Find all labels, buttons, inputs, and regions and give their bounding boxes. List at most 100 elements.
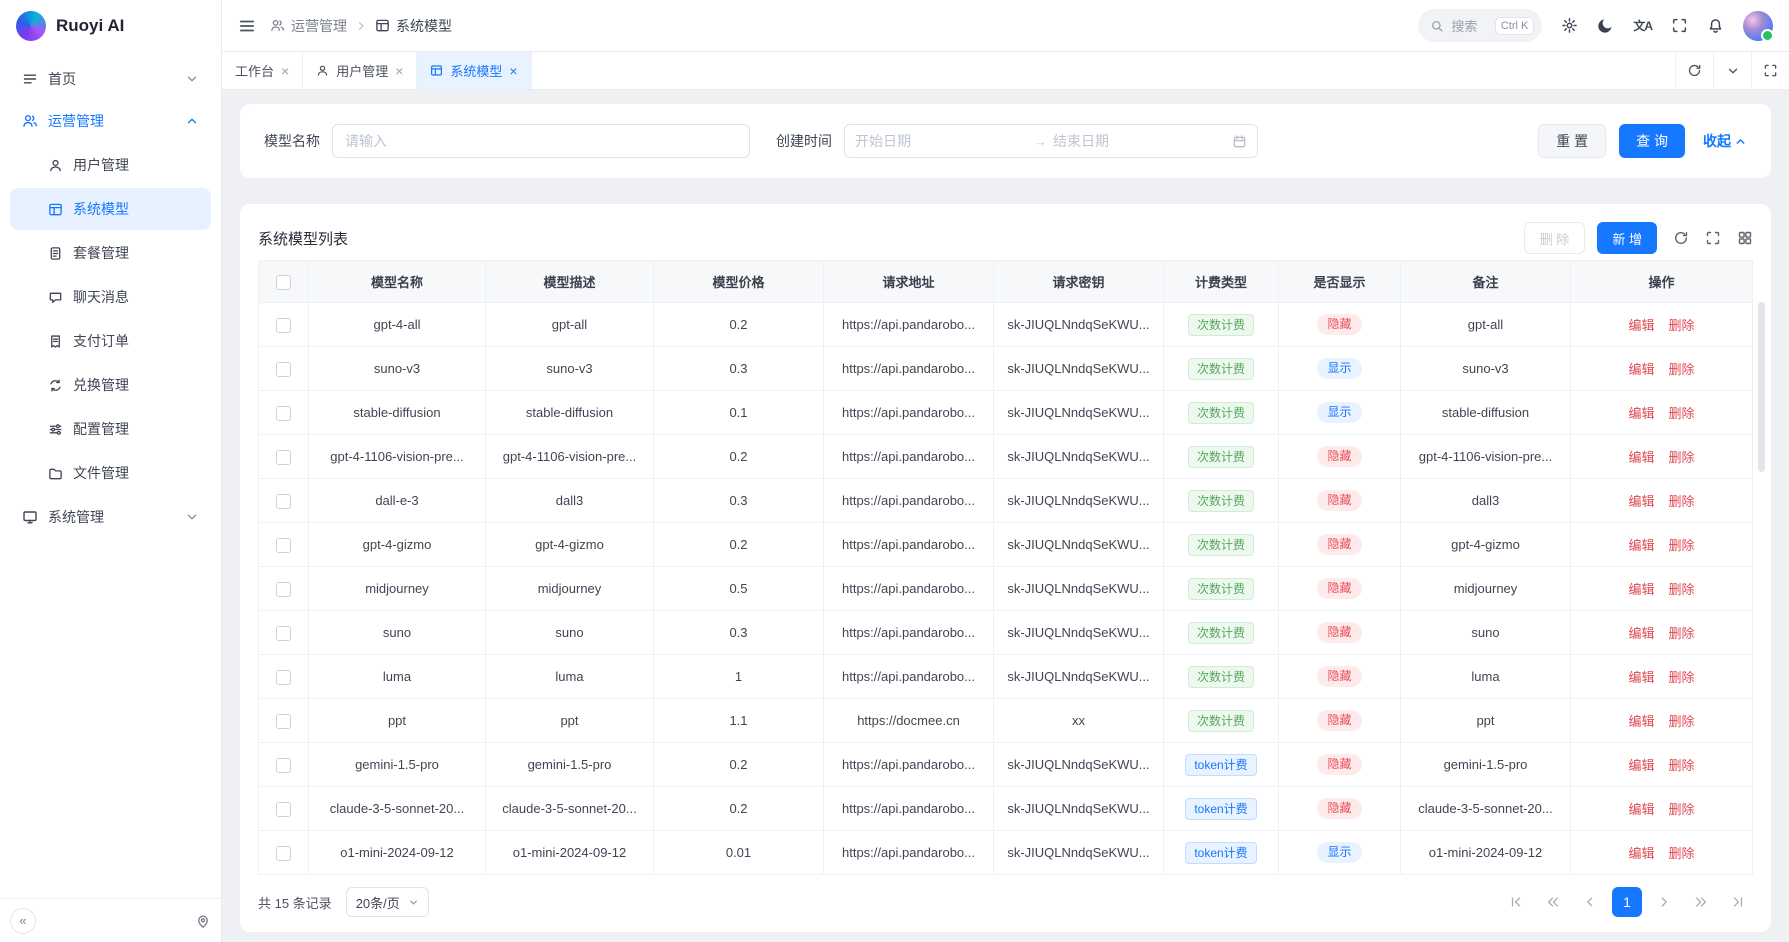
breadcrumb-operations[interactable]: 运营管理 (270, 16, 347, 36)
last-page-button[interactable] (1723, 887, 1753, 917)
row-checkbox[interactable] (276, 318, 291, 333)
edit-link[interactable]: 编辑 (1628, 670, 1654, 685)
jump-forward-button[interactable] (1686, 887, 1716, 917)
edit-link[interactable]: 编辑 (1628, 406, 1654, 421)
reset-button[interactable]: 重 置 (1538, 124, 1606, 158)
sidebar-item-home[interactable]: 首页 (10, 58, 211, 100)
edit-link[interactable]: 编辑 (1628, 362, 1654, 377)
row-checkbox[interactable] (276, 714, 291, 729)
delete-selected-button[interactable]: 删 除 (1524, 222, 1586, 254)
delete-link[interactable]: 删除 (1669, 758, 1695, 773)
edit-link[interactable]: 编辑 (1628, 538, 1654, 553)
request-url-cell: https://api.pandarobo... (824, 611, 994, 655)
sidebar-item-config-management[interactable]: 配置管理 (10, 408, 211, 450)
settings-icon[interactable] (1561, 17, 1578, 34)
delete-link[interactable]: 删除 (1669, 802, 1695, 817)
row-checkbox[interactable] (276, 450, 291, 465)
next-page-button[interactable] (1649, 887, 1679, 917)
table-fullscreen-icon[interactable] (1705, 230, 1721, 246)
edit-link[interactable]: 编辑 (1628, 626, 1654, 641)
request-key-cell: sk-JIUQLNndqSeKWU... (994, 435, 1164, 479)
double-chevron-left-icon (1546, 895, 1560, 909)
row-checkbox[interactable] (276, 538, 291, 553)
model-table: 模型名称 模型描述 模型价格 请求地址 请求密钥 计费类型 是否显示 备注 操作 (258, 260, 1753, 875)
content-fullscreen-button[interactable] (1751, 52, 1789, 89)
edit-link[interactable]: 编辑 (1628, 802, 1654, 817)
edit-link[interactable]: 编辑 (1628, 450, 1654, 465)
delete-link[interactable]: 删除 (1669, 494, 1695, 509)
row-checkbox[interactable] (276, 362, 291, 377)
calendar-icon[interactable] (1232, 134, 1247, 149)
sidebar-item-operations[interactable]: 运营管理 (10, 100, 211, 142)
avatar[interactable] (1743, 11, 1773, 41)
select-all-checkbox[interactable] (276, 275, 291, 290)
sidebar-item-file-management[interactable]: 文件管理 (10, 452, 211, 494)
bell-icon[interactable] (1707, 17, 1724, 34)
moon-icon[interactable] (1597, 17, 1614, 34)
row-checkbox[interactable] (276, 406, 291, 421)
sidebar-item-system-management[interactable]: 系统管理 (10, 496, 211, 538)
edit-link[interactable]: 编辑 (1628, 318, 1654, 333)
fullscreen-icon[interactable] (1671, 17, 1688, 34)
row-checkbox[interactable] (276, 802, 291, 817)
search-button[interactable]: 查 询 (1619, 124, 1685, 158)
column-settings-icon[interactable] (1737, 230, 1753, 246)
model-name-input[interactable] (345, 133, 737, 149)
edit-link[interactable]: 编辑 (1628, 758, 1654, 773)
delete-link[interactable]: 删除 (1669, 318, 1695, 333)
first-page-button[interactable] (1501, 887, 1531, 917)
sidebar-item-package-management[interactable]: 套餐管理 (10, 232, 211, 274)
edit-link[interactable]: 编辑 (1628, 714, 1654, 729)
row-checkbox[interactable] (276, 670, 291, 685)
billing-type-cell: 次数计费 (1164, 699, 1279, 743)
collapse-filter-link[interactable]: 收起 (1703, 131, 1747, 151)
sidebar-item-chat-messages[interactable]: 聊天消息 (10, 276, 211, 318)
delete-link[interactable]: 删除 (1669, 362, 1695, 377)
page-size-select[interactable]: 20条/页 (346, 887, 429, 917)
sidebar-item-exchange-management[interactable]: 兑换管理 (10, 364, 211, 406)
refresh-icon[interactable] (1673, 230, 1689, 246)
refresh-tab-button[interactable] (1675, 52, 1713, 89)
tab-workbench[interactable]: 工作台 × (222, 52, 303, 89)
delete-link[interactable]: 删除 (1669, 846, 1695, 861)
edit-link[interactable]: 编辑 (1628, 494, 1654, 509)
sidebar-item-user-management[interactable]: 用户管理 (10, 144, 211, 186)
row-checkbox[interactable] (276, 758, 291, 773)
delete-link[interactable]: 删除 (1669, 714, 1695, 729)
edit-link[interactable]: 编辑 (1628, 582, 1654, 597)
model-price-cell: 0.2 (654, 303, 824, 347)
delete-link[interactable]: 删除 (1669, 450, 1695, 465)
breadcrumb-system-model[interactable]: 系统模型 (375, 16, 452, 36)
add-button[interactable]: 新 增 (1597, 222, 1657, 254)
start-date-input[interactable] (855, 133, 1028, 149)
edit-link[interactable]: 编辑 (1628, 846, 1654, 861)
prev-page-button[interactable] (1575, 887, 1605, 917)
delete-link[interactable]: 删除 (1669, 406, 1695, 421)
delete-link[interactable]: 删除 (1669, 538, 1695, 553)
sidebar-item-system-model[interactable]: 系统模型 (10, 188, 211, 230)
close-icon[interactable]: × (509, 64, 517, 78)
close-icon[interactable]: × (281, 64, 289, 78)
sidebar-item-payment-orders[interactable]: 支付订单 (10, 320, 211, 362)
end-date-input[interactable] (1053, 133, 1226, 149)
translate-icon[interactable]: 文A (1633, 17, 1652, 34)
scrollbar-thumb[interactable] (1758, 302, 1765, 472)
request-key-cell: sk-JIUQLNndqSeKWU... (994, 523, 1164, 567)
tab-user-management[interactable]: 用户管理 × (303, 52, 417, 89)
row-checkbox[interactable] (276, 494, 291, 509)
sidebar-collapse-button[interactable]: « (10, 908, 36, 934)
hamburger-icon[interactable] (238, 17, 256, 35)
tab-system-model[interactable]: 系统模型 × (417, 52, 531, 89)
global-search[interactable]: 搜索 Ctrl K (1418, 9, 1542, 42)
jump-back-button[interactable] (1538, 887, 1568, 917)
tab-menu-button[interactable] (1713, 52, 1751, 89)
delete-link[interactable]: 删除 (1669, 670, 1695, 685)
row-checkbox[interactable] (276, 846, 291, 861)
delete-link[interactable]: 删除 (1669, 582, 1695, 597)
row-checkbox[interactable] (276, 582, 291, 597)
page-number-button[interactable]: 1 (1612, 887, 1642, 917)
delete-link[interactable]: 删除 (1669, 626, 1695, 641)
row-checkbox[interactable] (276, 626, 291, 641)
close-icon[interactable]: × (395, 64, 403, 78)
pin-icon[interactable] (195, 913, 211, 929)
